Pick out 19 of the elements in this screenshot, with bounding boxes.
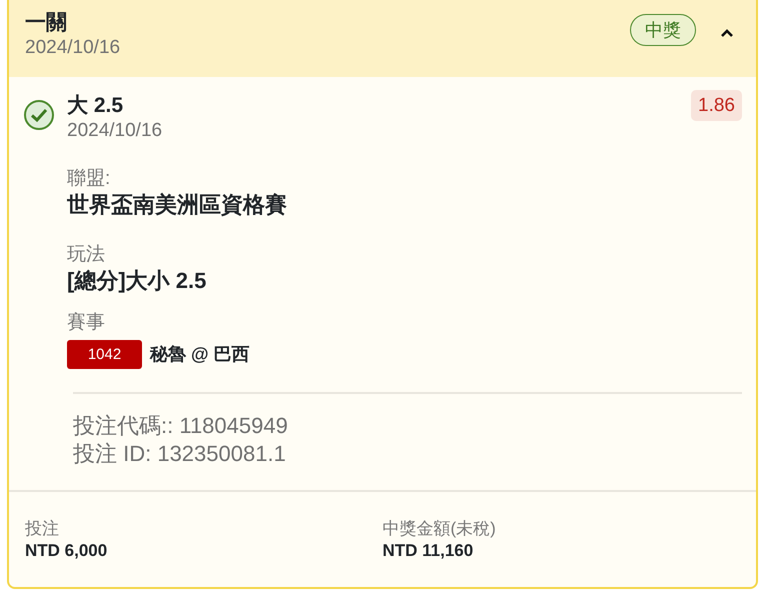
summary-value: NTD 6,000: [25, 540, 108, 562]
field-label: 賽事: [67, 311, 106, 335]
event-number: 1042: [67, 340, 142, 369]
field-value: 世界盃南美洲區資格賽: [67, 191, 288, 219]
summary-label: 中獎金額(未稅): [382, 518, 497, 540]
match-name: 秘魯 @ 巴西: [150, 343, 250, 366]
bet-id-text: 投注代碼:: 118045949: [73, 412, 289, 440]
selection-name: 大 2.5: [67, 93, 124, 119]
field-label: 聯盟:: [67, 167, 112, 191]
field-value: [總分]大小 2.5: [67, 267, 208, 295]
selection-date: 2024/10/16: [67, 119, 164, 143]
bet-title: 一關: [25, 10, 68, 36]
bet-date: 2024/10/16: [25, 36, 120, 60]
field-label: 玩法: [67, 243, 106, 267]
odds-badge: 1.86: [691, 90, 742, 121]
summary-value: NTD 11,160: [382, 540, 474, 562]
bet-id-text: 投注 ID: 132350081.1: [73, 440, 287, 468]
status-badge: 中獎: [630, 14, 696, 46]
summary-label: 投注: [25, 518, 60, 540]
